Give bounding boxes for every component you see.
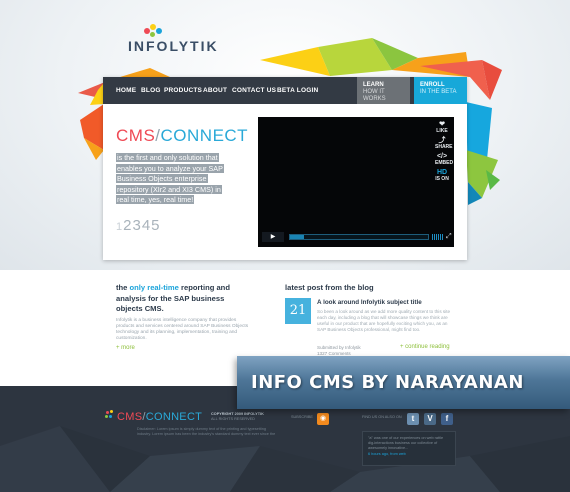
top-navigation: HOME BLOG PRODUCTS ABOUT CONTACT US BETA… (103, 77, 467, 104)
title-banner: INFO CMS BY NARAYANAN (237, 356, 570, 409)
product-description: is the first and only solution that enab… (116, 153, 228, 206)
nav-contact-us[interactable]: CONTACT US (232, 87, 276, 94)
footer-brand-connect: CONNECT (145, 411, 203, 423)
title-connect: CONNECT (160, 126, 249, 145)
fullscreen-icon[interactable]: ⤢ (446, 233, 452, 241)
rss-icon[interactable]: ◉ (317, 413, 329, 425)
pager-5[interactable]: 5 (151, 217, 160, 234)
blog-post-comments[interactable]: 1327 Comments (317, 351, 351, 356)
pager-3[interactable]: 3 (132, 217, 141, 234)
product-title: CMS/CONNECT (116, 126, 248, 146)
tweet-meta[interactable]: 6 hours ago, from web (368, 452, 450, 457)
enroll-sublabel: IN THE BETA (420, 89, 457, 95)
product-description-text: is the first and only solution that enab… (116, 153, 224, 204)
nav-products[interactable]: PRODUCTS (164, 87, 202, 94)
tweet-text: "a" was one of our experiences on web ra… (368, 436, 444, 450)
twitter-icon[interactable]: t (407, 413, 419, 425)
play-icon: ▶ (270, 234, 276, 240)
blog-date-badge: 21 (285, 298, 311, 324)
play-button[interactable]: ▶ (262, 232, 284, 242)
subscribe-label: SUBSCRIBE (291, 415, 313, 419)
video-control-bar: ▶ ⤢ (262, 232, 452, 242)
nav-beta-login[interactable]: BETA LOGIN (277, 87, 318, 94)
video-progress-track[interactable] (289, 234, 429, 240)
heart-icon: ❤ (439, 121, 445, 128)
blog-heading: latest post from the blog (285, 283, 374, 292)
like-label: LIKE (436, 128, 448, 134)
facebook-icon[interactable]: f (441, 413, 453, 425)
blog-post-title[interactable]: A look around Infolytik subject title (317, 299, 422, 306)
nav-blog[interactable]: BLOG (141, 87, 161, 94)
footer-disclaimer: Disclaimer: Lorem ipsum is simply dummy … (137, 427, 276, 436)
logo[interactable]: INFOLYTIK (128, 24, 228, 54)
main-card: HOME BLOG PRODUCTS ABOUT CONTACT US BETA… (103, 77, 467, 260)
blog-post-author: Submitted by Infolytik (317, 345, 361, 350)
hd-icon: HD (436, 169, 448, 176)
nav-home[interactable]: HOME (116, 87, 136, 94)
about-heading: the only real-time reporting and analysi… (116, 283, 246, 315)
footer-copyright: COPYRIGHT 2009 INFOLYTIK ALL RIGHTS RESE… (211, 412, 264, 422)
like-button[interactable]: ❤ LIKE (435, 121, 449, 135)
rights-text: ALL RIGHTS RESERVED (211, 417, 255, 421)
embed-icon: </> (436, 153, 448, 160)
share-icon: ⤴ (438, 137, 446, 144)
video-player[interactable]: ❤ LIKE ⤴ SHARE </> EMBED HD IS ON ▶ ⤢ (258, 117, 454, 247)
learn-label: LEARN (363, 82, 384, 88)
blog-post-meta: Submitted by Infolytik 1327 Comments (317, 345, 361, 356)
volume-icon[interactable] (432, 234, 444, 240)
about-heading-pre: the (116, 283, 128, 292)
pager-4[interactable]: 4 (142, 217, 151, 234)
nav-about[interactable]: ABOUT (203, 87, 227, 94)
blog-post-excerpt: So been a look around as we add more qua… (317, 309, 451, 332)
footer-brand[interactable]: CMS/CONNECT (117, 411, 202, 423)
learn-sublabel: HOW IT WORKS (363, 89, 386, 102)
about-text: Infolytik is a business intelligence com… (116, 318, 249, 341)
slide-pager: 12345 (116, 217, 161, 234)
continue-reading-link[interactable]: + continue reading (400, 344, 450, 350)
find-us-label: FIND US ON ALSO ON (362, 415, 402, 419)
footer-brand-cms: CMS (117, 411, 143, 423)
about-more-link[interactable]: + more (116, 345, 135, 351)
embed-label: EMBED (435, 160, 454, 166)
learn-how-it-works-button[interactable]: LEARN HOW IT WORKS (357, 77, 410, 104)
banner-text: INFO CMS BY NARAYANAN (251, 372, 524, 393)
logo-mark-icon (138, 24, 168, 38)
vimeo-icon[interactable]: V (424, 413, 436, 425)
embed-button[interactable]: </> EMBED (435, 153, 453, 167)
hd-button[interactable]: HD IS ON (435, 169, 449, 183)
enroll-beta-button[interactable]: ENROLL IN THE BETA (414, 77, 467, 104)
tweet-box: "a" was one of our experiences on web ra… (362, 431, 456, 466)
video-progress-fill (290, 235, 304, 239)
title-cms: CMS (116, 126, 156, 145)
share-label: SHARE (435, 144, 453, 150)
copyright-text: COPYRIGHT 2009 INFOLYTIK (211, 412, 264, 416)
share-button[interactable]: ⤴ SHARE (435, 137, 453, 151)
video-side-controls: ❤ LIKE ⤴ SHARE </> EMBED HD IS ON (435, 121, 453, 185)
enroll-label: ENROLL (420, 82, 445, 88)
hd-label: IS ON (435, 176, 449, 182)
logo-text: INFOLYTIK (128, 38, 219, 54)
about-heading-highlight: only real-time (129, 283, 179, 292)
footer-logo-icon (104, 410, 114, 420)
